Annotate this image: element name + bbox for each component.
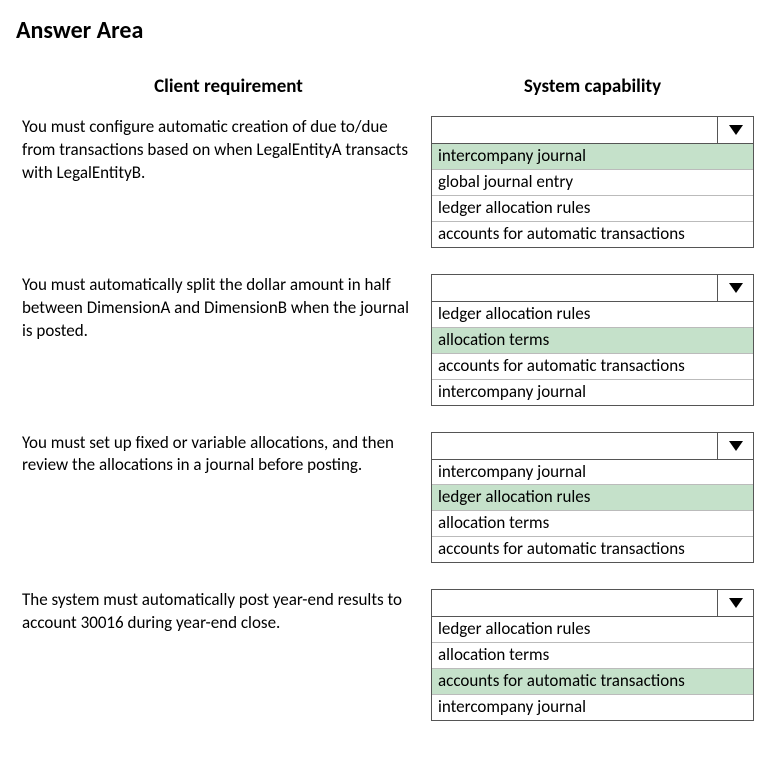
system-capability-dropdown: intercompany journalglobal journal entry… [431, 116, 754, 248]
dropdown-options-list: ledger allocation rulesallocation termsa… [431, 302, 754, 406]
dropdown-option[interactable]: accounts for automatic transactions [432, 669, 753, 695]
system-capability-header: System capability [431, 75, 754, 98]
answer-row: You must configure automatic creation of… [16, 116, 754, 248]
dropdown-selected-value [432, 117, 717, 143]
dropdown-option[interactable]: intercompany journal [432, 460, 753, 486]
dropdown-option[interactable]: global journal entry [432, 170, 753, 196]
dropdown-option[interactable]: allocation terms [432, 328, 753, 354]
dropdown-selected-value [432, 275, 717, 301]
client-requirement-text: You must set up fixed or variable alloca… [16, 432, 431, 478]
dropdown-option[interactable]: accounts for automatic transactions [432, 354, 753, 380]
dropdown-option[interactable]: intercompany journal [432, 144, 753, 170]
dropdown-options-list: intercompany journalglobal journal entry… [431, 144, 754, 248]
dropdown-selected[interactable] [431, 116, 754, 144]
client-requirement-text: You must automatically split the dollar … [16, 274, 431, 343]
dropdown-selected[interactable] [431, 432, 754, 460]
dropdown-option[interactable]: allocation terms [432, 643, 753, 669]
dropdown-selected[interactable] [431, 589, 754, 617]
dropdown-selected-value [432, 433, 717, 459]
chevron-down-icon[interactable] [717, 275, 753, 301]
column-headers: Client requirement System capability [16, 75, 754, 98]
answer-row: You must automatically split the dollar … [16, 274, 754, 406]
chevron-down-icon[interactable] [717, 117, 753, 143]
dropdown-selected[interactable] [431, 274, 754, 302]
client-requirement-text: The system must automatically post year-… [16, 589, 431, 635]
dropdown-selected-value [432, 590, 717, 616]
chevron-down-icon[interactable] [717, 590, 753, 616]
dropdown-option[interactable]: accounts for automatic transactions [432, 222, 753, 247]
dropdown-option[interactable]: accounts for automatic transactions [432, 537, 753, 562]
answer-row: You must set up fixed or variable alloca… [16, 432, 754, 564]
system-capability-dropdown: ledger allocation rulesallocation termsa… [431, 589, 754, 721]
client-requirement-header: Client requirement [16, 75, 431, 98]
system-capability-dropdown: intercompany journalledger allocation ru… [431, 432, 754, 564]
chevron-down-icon[interactable] [717, 433, 753, 459]
dropdown-option[interactable]: ledger allocation rules [432, 617, 753, 643]
dropdown-option[interactable]: allocation terms [432, 511, 753, 537]
dropdown-option[interactable]: ledger allocation rules [432, 196, 753, 222]
client-requirement-text: You must configure automatic creation of… [16, 116, 431, 185]
dropdown-option[interactable]: intercompany journal [432, 380, 753, 405]
system-capability-dropdown: ledger allocation rulesallocation termsa… [431, 274, 754, 406]
dropdown-options-list: ledger allocation rulesallocation termsa… [431, 617, 754, 721]
page-title: Answer Area [16, 16, 754, 45]
dropdown-option[interactable]: ledger allocation rules [432, 485, 753, 511]
dropdown-option[interactable]: ledger allocation rules [432, 302, 753, 328]
answer-row: The system must automatically post year-… [16, 589, 754, 721]
dropdown-option[interactable]: intercompany journal [432, 695, 753, 720]
dropdown-options-list: intercompany journalledger allocation ru… [431, 460, 754, 564]
